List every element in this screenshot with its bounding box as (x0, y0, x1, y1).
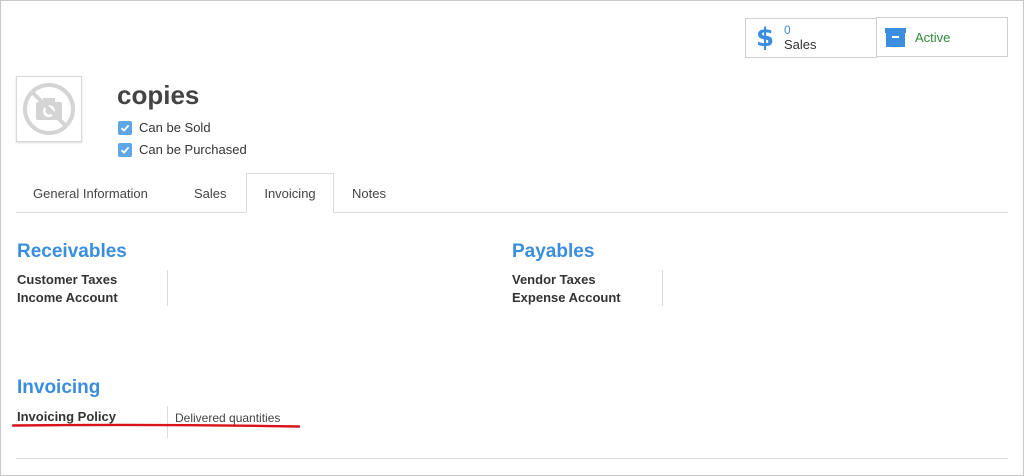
tab-notes[interactable]: Notes (336, 173, 402, 213)
sales-stat: 0 Sales (784, 23, 817, 53)
sales-count: 0 (784, 23, 791, 37)
invoicing-field-separator (167, 406, 168, 438)
can-be-purchased-row[interactable]: Can be Purchased (118, 142, 247, 157)
no-camera-icon (23, 83, 75, 135)
active-toggle-button[interactable]: Active (876, 17, 1008, 57)
invoicing-policy-value[interactable]: Delivered quantities (175, 411, 280, 425)
form-frame (0, 0, 1024, 476)
payables-heading: Payables (512, 241, 595, 262)
checkmark-icon (120, 146, 130, 154)
archive-icon (885, 27, 906, 47)
can-be-purchased-label: Can be Purchased (139, 142, 247, 157)
vendor-taxes-label: Vendor Taxes (512, 272, 596, 287)
payables-field-separator (662, 270, 663, 306)
receivables-heading: Receivables (17, 241, 127, 262)
sales-smart-button[interactable]: $ 0 Sales (745, 18, 877, 58)
active-label: Active (915, 29, 951, 45)
product-image[interactable] (16, 76, 82, 142)
invoicing-heading: Invoicing (17, 377, 101, 398)
income-account-label: Income Account (17, 290, 118, 305)
can-be-sold-row[interactable]: Can be Sold (118, 120, 211, 135)
tab-invoicing[interactable]: Invoicing (246, 173, 334, 213)
expense-account-label: Expense Account (512, 290, 621, 305)
receivables-field-separator (167, 270, 168, 306)
tab-sales[interactable]: Sales (178, 173, 243, 213)
can-be-purchased-checkbox[interactable] (118, 142, 132, 157)
checkmark-icon (120, 124, 130, 132)
invoicing-policy-label: Invoicing Policy (17, 409, 116, 424)
tab-general-information[interactable]: General Information (17, 173, 164, 213)
product-name[interactable]: copies (117, 80, 199, 111)
dollar-icon: $ (756, 23, 775, 53)
can-be-sold-label: Can be Sold (139, 120, 211, 135)
customer-taxes-label: Customer Taxes (17, 272, 118, 287)
sales-label: Sales (784, 37, 817, 52)
bottom-divider (16, 458, 1008, 459)
can-be-sold-checkbox[interactable] (118, 120, 132, 135)
tabs-divider (16, 212, 1008, 213)
